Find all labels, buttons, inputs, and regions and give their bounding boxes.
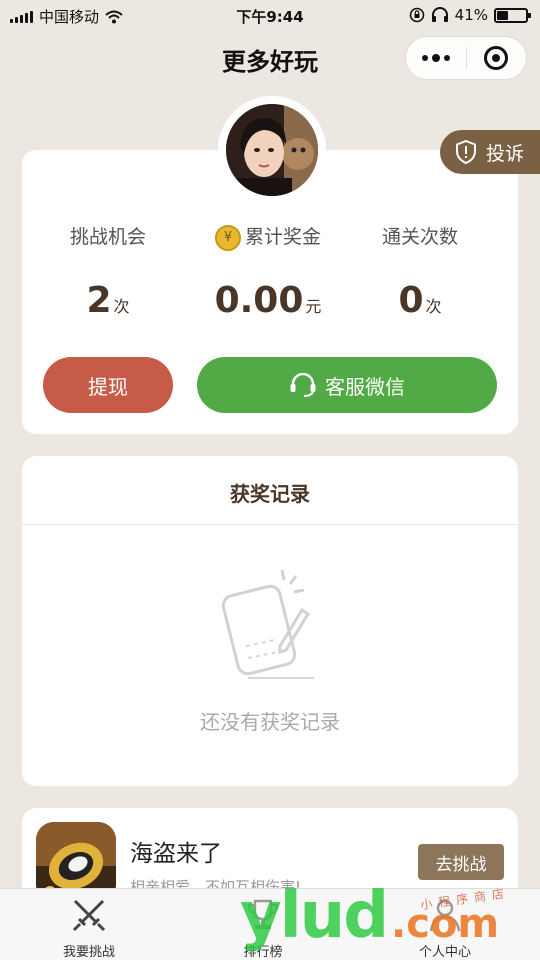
prize-value: 0.00: [214, 280, 304, 321]
crossed-swords-icon: [72, 899, 106, 932]
prize-unit: 元: [305, 297, 322, 316]
records-divider: [22, 524, 518, 525]
stats-row: 挑战机会 ¥ 累计奖金 通关次数 2次 0.00 元 0次: [22, 222, 518, 332]
records-card: 获奖记录 还没有获奖记录: [22, 456, 518, 786]
empty-document-icon: [221, 569, 314, 679]
battery-icon: [494, 7, 531, 23]
mini-program-capsule: [405, 36, 527, 80]
chances-value: 2: [86, 280, 112, 321]
customer-service-button[interactable]: 客服微信: [197, 357, 497, 413]
clears-unit: 次: [425, 297, 442, 316]
coin-icon: ¥: [214, 224, 241, 251]
withdraw-label: 提现: [88, 374, 128, 399]
chances-unit: 次: [113, 297, 130, 316]
battery-fill: [497, 10, 509, 20]
more-dots-icon: [421, 54, 450, 62]
avatar-image: [226, 104, 318, 196]
chances-label: 挑战机会: [69, 226, 146, 248]
battery-percent: 41%: [454, 6, 488, 24]
close-target-icon: [484, 46, 509, 70]
complaint-button[interactable]: 投诉: [440, 130, 540, 174]
game-title: 海盗来了: [130, 841, 222, 867]
watermark-main: ylud: [240, 879, 389, 953]
chances-value-wrap: 2次: [28, 280, 188, 321]
service-label: 客服微信: [325, 374, 405, 399]
go-challenge-label: 去挑战: [435, 854, 487, 875]
complaint-label: 投诉: [486, 142, 525, 165]
lock-rotation-icon: [409, 7, 424, 23]
prize-value-wrap: 0.00 元: [188, 280, 348, 321]
status-bar: 中国移动 下午9:44 41%: [0, 0, 540, 30]
shield-icon: [456, 139, 476, 165]
headset-icon: [290, 373, 316, 397]
clears-label: 通关次数: [381, 226, 458, 248]
close-button[interactable]: [467, 37, 527, 79]
status-right: 41%: [409, 6, 531, 24]
prize-label-wrap: ¥ 累计奖金: [188, 222, 348, 251]
records-title: 获奖记录: [230, 482, 310, 506]
empty-records-text: 还没有获奖记录: [200, 710, 340, 734]
clears-value-wrap: 0次: [340, 280, 500, 321]
tab-challenge-label: 我要挑战: [62, 945, 115, 960]
tab-challenge[interactable]: 我要挑战: [34, 897, 144, 960]
headphones-icon: [431, 7, 448, 22]
more-button[interactable]: [406, 37, 466, 79]
prize-label: 累计奖金: [244, 226, 321, 248]
clears-value: 0: [398, 280, 424, 321]
go-challenge-button[interactable]: 去挑战: [418, 844, 504, 880]
withdraw-button[interactable]: 提现: [43, 357, 173, 413]
avatar[interactable]: [226, 104, 318, 196]
